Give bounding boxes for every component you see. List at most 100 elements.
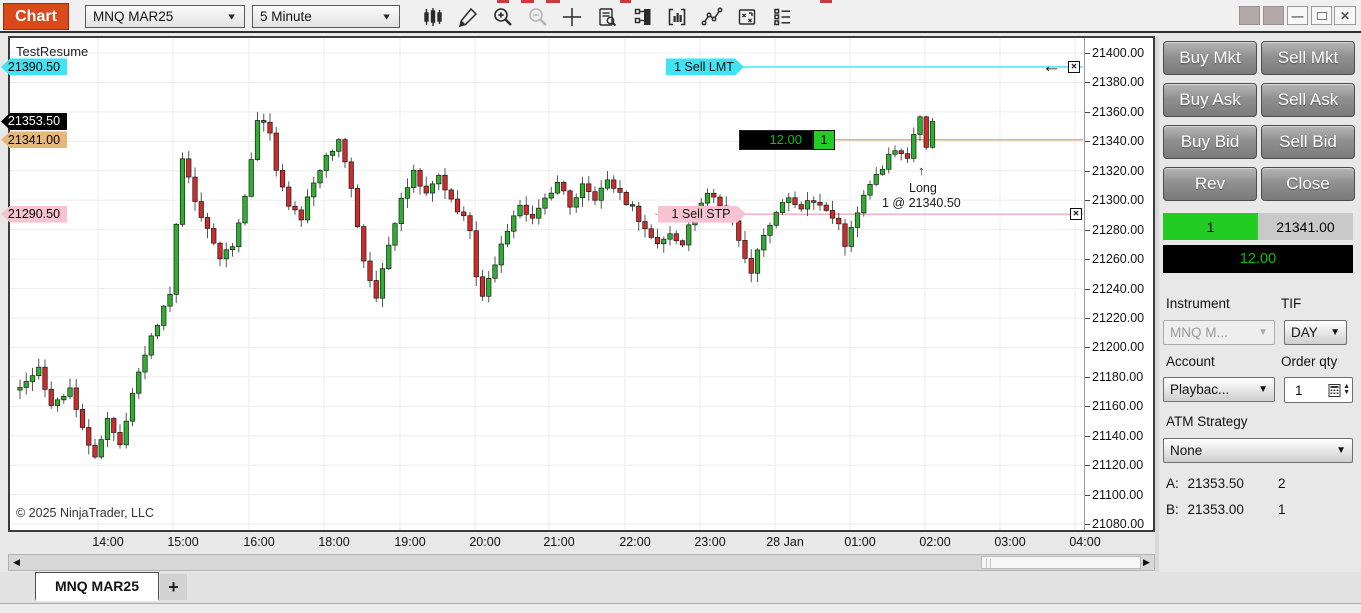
atm-strategy-dropdown[interactable]: None ▼ [1163,438,1353,463]
sell-ask-button[interactable]: Sell Ask [1261,83,1355,117]
ask-quote-row: A: 21353.50 2 [1166,476,1286,491]
y-tick-mark [1085,465,1090,467]
chevron-down-icon: ▼ [1330,327,1340,338]
position-pnl-label[interactable]: 12.00 [739,129,813,150]
ask-size: 2 [1278,476,1286,491]
y-tick-mark [1085,524,1090,525]
calculator-icon[interactable] [1328,383,1341,397]
close-icon[interactable]: ✕ [1334,6,1356,25]
sell-stop-order-label[interactable]: 1 Sell STP [658,206,746,223]
ask-prefix: A: [1166,476,1179,491]
instrument-dropdown[interactable]: MNQ MAR25 ▼ [85,5,245,28]
drawing-tools-icon[interactable] [455,5,481,29]
long-entry-arrow-icon: ↑ [918,163,925,178]
y-tick-mark [1085,347,1090,349]
buy-ask-button[interactable]: Buy Ask [1163,83,1257,117]
y-axis-tick-label: 21140.00 [1092,428,1144,443]
y-axis-tick-label: 21260.00 [1092,252,1145,267]
account-dropdown[interactable]: Playbac... ▼ [1163,377,1275,402]
add-tab-button[interactable]: + [160,574,187,600]
panel-instrument-value: MNQ M... [1170,325,1228,340]
properties-icon[interactable] [769,5,795,29]
chart-trader-panel: Buy Mkt Sell Mkt Buy Ask Sell Ask Buy Bi… [1160,36,1361,573]
sell-mkt-button[interactable]: Sell Mkt [1261,41,1355,75]
order-qty-input[interactable]: 1 ▲ ▼ [1284,377,1353,403]
chevron-down-icon: ▼ [381,11,392,22]
position-qty-label[interactable]: 1 [813,129,835,150]
bid-quote-row: B: 21353.00 1 [1166,502,1286,517]
y-axis-tick-label: 21160.00 [1092,399,1144,414]
chart-horizontal-scrollbar[interactable]: ◀ ▶ [8,554,1155,571]
y-tick-mark [1085,200,1090,202]
bar-type-icon[interactable] [420,5,446,29]
window-behind-artifact [546,0,560,3]
chart-watermark: TestResume [16,44,89,59]
window-extra-button[interactable] [1263,6,1284,25]
y-tick-mark [1085,229,1090,231]
x-axis-tick-label: 28 Jan [766,535,804,549]
reverse-button[interactable]: Rev [1163,167,1257,201]
tab-mnq-mar25[interactable]: MNQ MAR25 [35,572,159,601]
data-box-icon[interactable] [594,5,620,29]
price-axis[interactable]: 21400.00 21380.00 21360.00 21340.00 21320.00… [1085,38,1153,531]
window-extra-button[interactable] [1239,6,1260,25]
strategies-icon[interactable] [734,5,760,29]
trend-line-icon[interactable] [699,5,725,29]
close-position-button[interactable]: Close [1261,167,1355,201]
entry-fill-annotation: 1 @ 21340.50 [882,196,961,210]
y-tick-mark [1085,435,1090,437]
y-axis-tick-label: 21100.00 [1092,487,1144,502]
y-axis-tick-label: 21320.00 [1092,163,1145,178]
chevron-down-icon: ▼ [1336,445,1346,456]
maximize-icon[interactable] [1311,6,1332,25]
x-axis-tick-label: 21:00 [543,535,575,549]
cancel-sell-stop-icon[interactable]: ✕ [1070,208,1082,221]
sell-stop-price-tag[interactable]: 21290.50 [1,205,67,223]
sell-limit-price-tag[interactable]: 21390.50 [1,58,67,76]
buy-mkt-button[interactable]: Buy Mkt [1163,41,1257,75]
cancel-sell-limit-icon[interactable]: ✕ [1068,60,1080,73]
interval-dropdown-value: 5 Minute [260,9,312,24]
y-tick-mark [1085,53,1090,54]
interval-dropdown[interactable]: 5 Minute ▼ [252,5,400,28]
scrollbar-thumb[interactable] [981,556,1141,569]
x-axis-tick-label: 04:00 [1069,535,1101,549]
time-axis[interactable]: 14:00 15:00 16:00 18:00 19:00 20:00 21:00 22:00… [8,532,1155,553]
y-tick-mark [1085,288,1090,290]
order-arrow-icon: ← [1042,55,1061,77]
x-axis-tick-label: 20:00 [469,535,501,549]
chevron-down-icon: ▼ [226,11,237,22]
window-behind-artifact [497,0,509,3]
order-qty-value: 1 [1295,382,1303,398]
sell-limit-order-label[interactable]: 1 Sell LMT [666,58,744,75]
scroll-left-icon[interactable]: ◀ [10,556,23,569]
y-axis-tick-label: 21220.00 [1092,310,1145,325]
qty-decrement-icon[interactable]: ▼ [1343,389,1350,396]
panel-splitter[interactable] [1155,36,1159,573]
scroll-right-icon[interactable]: ▶ [1140,556,1153,569]
tif-dropdown[interactable]: DAY ▼ [1284,320,1347,345]
x-axis-tick-label: 23:00 [694,535,726,549]
candlestick-plot[interactable] [10,38,1083,530]
tif-label: TIF [1281,296,1302,311]
window-behind-artifact [521,0,534,3]
chart-trader-icon[interactable] [664,5,690,29]
y-tick-mark [1085,82,1090,84]
bid-size: 1 [1278,502,1286,517]
crosshair-icon[interactable] [559,5,585,29]
position-price-tag: 21341.00 [1,131,67,149]
indicators-icon[interactable] [630,5,656,29]
ask-price: 21353.50 [1187,476,1244,491]
sell-bid-button[interactable]: Sell Bid [1261,125,1355,159]
x-axis-tick-label: 15:00 [167,535,199,549]
minimize-icon[interactable]: — [1287,6,1308,25]
y-axis-tick-label: 21180.00 [1092,369,1144,384]
buy-bid-button[interactable]: Buy Bid [1163,125,1257,159]
y-axis-tick-label: 21120.00 [1092,458,1144,473]
bid-prefix: B: [1166,502,1179,517]
zoom-out-icon [525,5,551,29]
zoom-in-icon[interactable] [490,5,516,29]
copyright-text: © 2025 NinjaTrader, LLC [16,506,154,520]
y-axis-tick-label: 21280.00 [1092,222,1145,237]
chart-tab-bar: MNQ MAR25 + [0,572,1361,603]
